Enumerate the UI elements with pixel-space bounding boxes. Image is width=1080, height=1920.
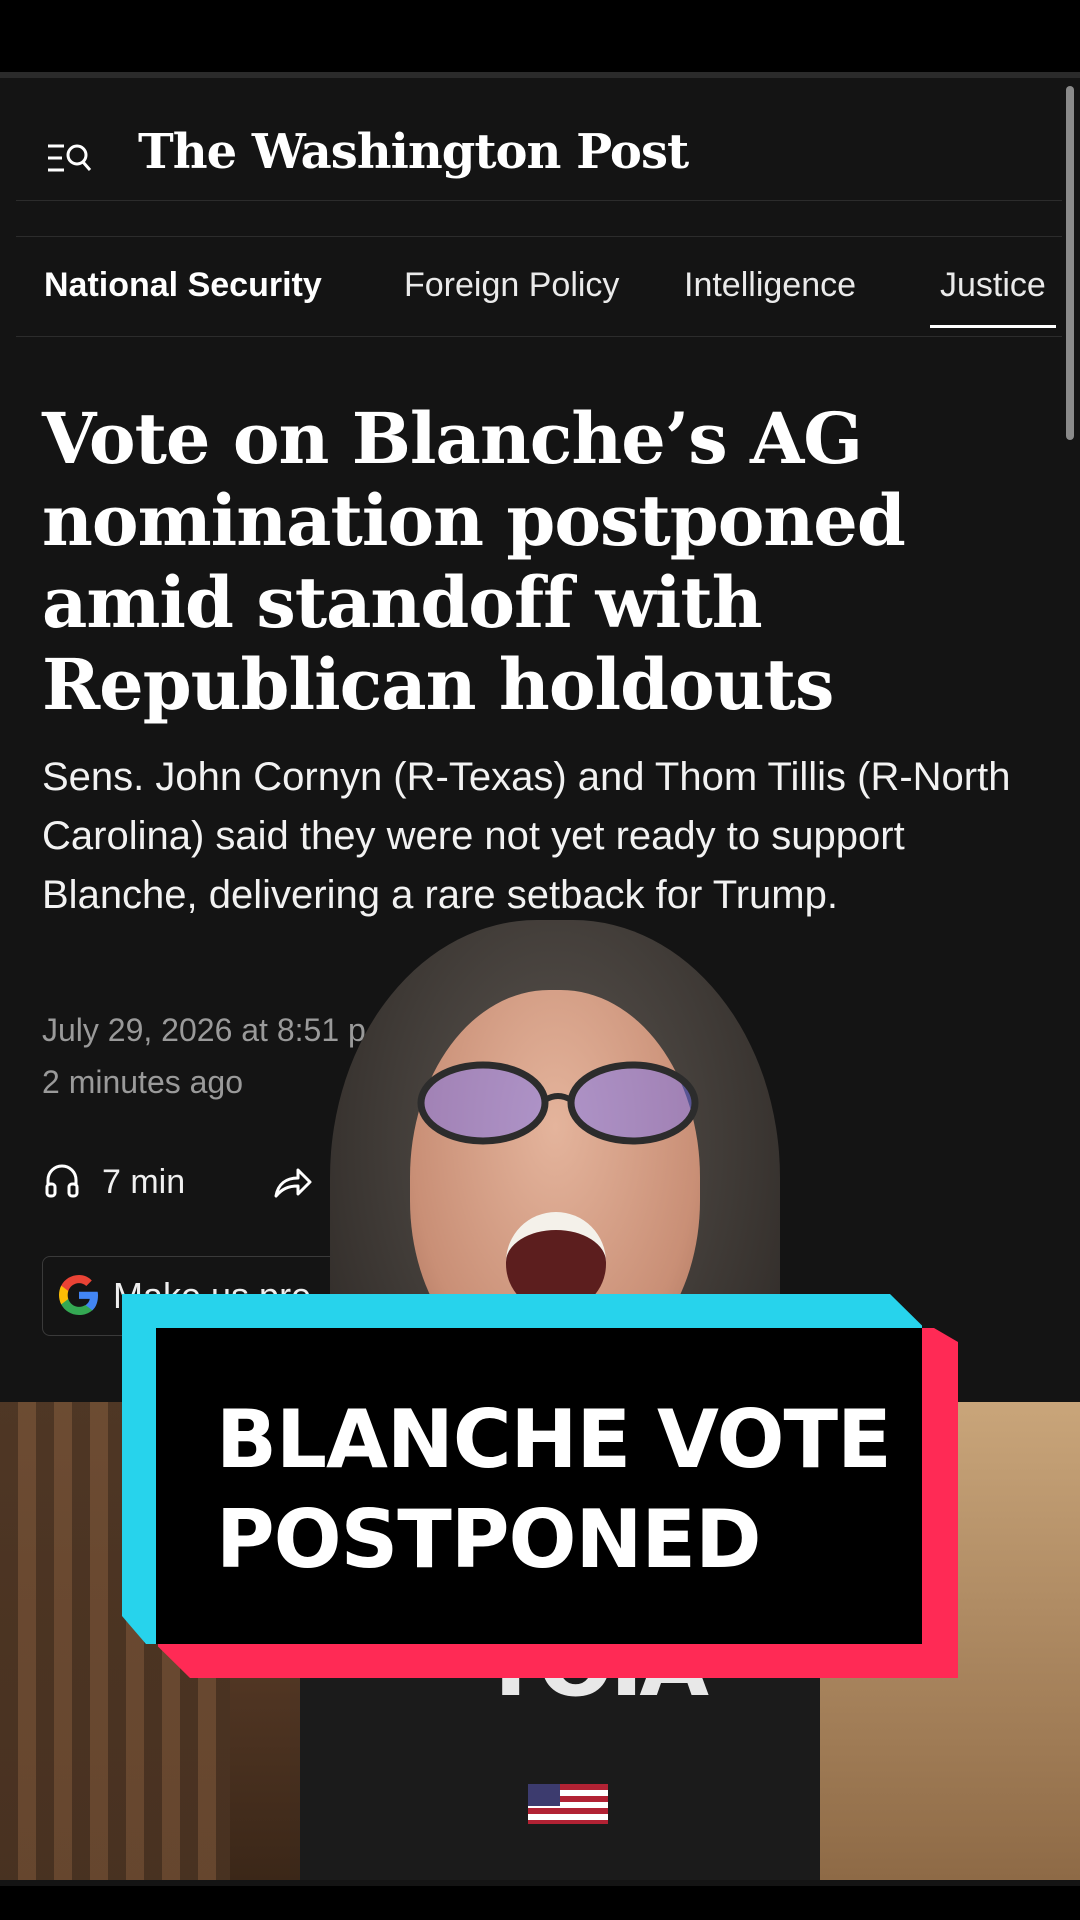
divider bbox=[16, 236, 1062, 237]
divider bbox=[16, 336, 1062, 337]
tab-national-security[interactable]: National Security bbox=[44, 266, 322, 305]
section-tabs: National Security Foreign Policy Intelli… bbox=[0, 258, 1062, 338]
article-headline: Vote on Blanche’s AG nomination postpone… bbox=[42, 397, 906, 726]
tab-justice[interactable]: Justice bbox=[930, 266, 1056, 328]
listen-button[interactable]: 7 min bbox=[42, 1158, 185, 1206]
site-logo[interactable]: The Washington Post bbox=[138, 124, 689, 180]
bottom-bar bbox=[0, 1886, 1080, 1920]
glasses-icon bbox=[417, 1061, 699, 1145]
caption-text: BLANCHE VOTE POSTPONED bbox=[216, 1390, 892, 1590]
share-arrow-icon[interactable] bbox=[270, 1160, 314, 1204]
google-g-icon bbox=[55, 1271, 103, 1324]
tab-intelligence[interactable]: Intelligence bbox=[684, 266, 856, 305]
scrollbar[interactable] bbox=[1066, 86, 1074, 440]
caption-line-1: BLANCHE VOTE bbox=[216, 1393, 892, 1486]
tab-foreign-policy[interactable]: Foreign Policy bbox=[404, 266, 619, 305]
menu-search-icon[interactable] bbox=[46, 140, 94, 180]
video-caption-banner: BLANCHE VOTE POSTPONED bbox=[122, 1294, 958, 1678]
caption-line-2: POSTPONED bbox=[216, 1493, 761, 1586]
listen-duration: 7 min bbox=[102, 1162, 186, 1201]
timestamp-relative: 2 minutes ago bbox=[42, 1064, 244, 1100]
divider bbox=[16, 200, 1062, 201]
article-timestamp: July 29, 2026 at 8:51 p 2 minutes ago bbox=[42, 1004, 366, 1108]
flag-icon bbox=[528, 1784, 608, 1824]
top-divider bbox=[0, 72, 1080, 78]
timestamp-date: July 29, 2026 at 8:51 p bbox=[42, 1012, 366, 1048]
article-dek: Sens. John Cornyn (R-Texas) and Thom Til… bbox=[42, 755, 1011, 917]
headphones-icon bbox=[42, 1160, 82, 1205]
site-header: The Washington Post bbox=[0, 120, 1062, 200]
